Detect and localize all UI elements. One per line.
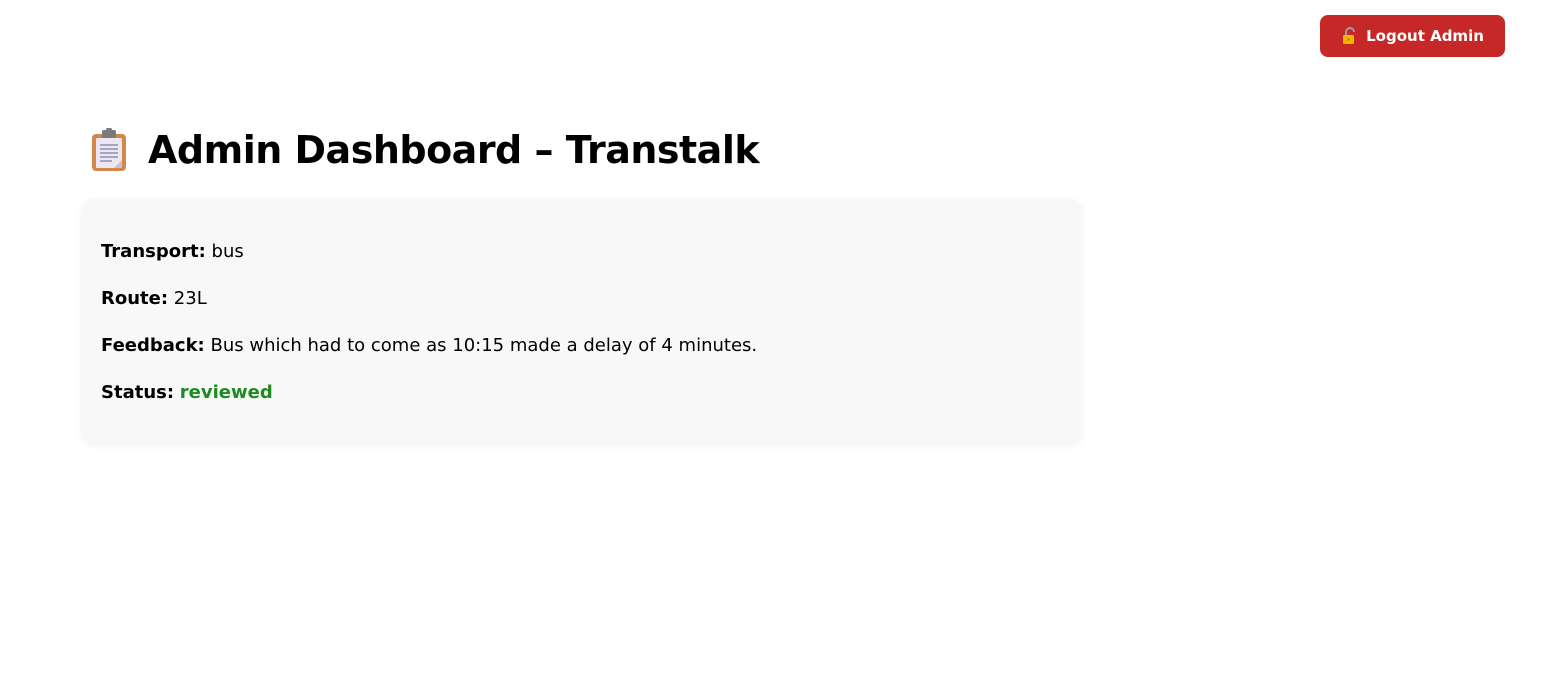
route-row: Route: 23L (101, 288, 1063, 310)
feedback-value: Bus which had to come as 10:15 made a de… (210, 335, 758, 356)
feedback-card: Transport: bus Route: 23L Feedback: Bus … (82, 199, 1082, 443)
feedback-label: Feedback: (101, 335, 205, 356)
page-title-text: Admin Dashboard – Transtalk (148, 128, 760, 172)
unlocked-padlock-icon (1341, 27, 1359, 45)
status-badge: reviewed (179, 382, 273, 403)
clipboard-icon (88, 128, 130, 172)
transport-row: Transport: bus (101, 241, 1063, 263)
transport-label: Transport: (101, 241, 206, 262)
page-title: Admin Dashboard – Transtalk (88, 126, 760, 174)
status-row: Status: reviewed (101, 382, 1063, 404)
logout-button-label: Logout Admin (1366, 27, 1484, 45)
route-value: 23L (173, 288, 207, 309)
logout-admin-button[interactable]: Logout Admin (1320, 15, 1505, 57)
status-label: Status: (101, 382, 175, 403)
transport-value: bus (211, 241, 244, 262)
route-label: Route: (101, 288, 169, 309)
feedback-row: Feedback: Bus which had to come as 10:15… (101, 335, 1063, 357)
